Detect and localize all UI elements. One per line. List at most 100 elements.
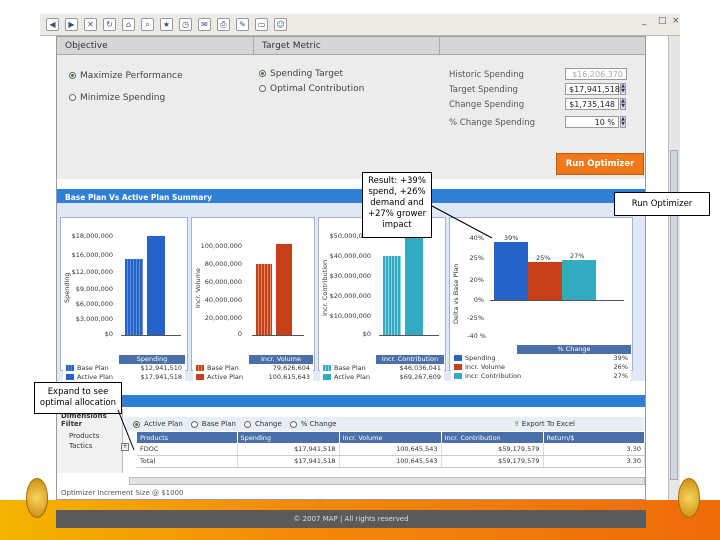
tick-label: $20,000,000: [329, 292, 371, 300]
tick-label: 40,000,000: [204, 296, 242, 304]
table-cell: 100,645,543: [339, 455, 442, 468]
forward-icon[interactable]: ▶: [65, 18, 78, 31]
left-logo: [26, 478, 48, 518]
historic-spending-field: $16,206,370: [565, 68, 627, 80]
change-spending-stepper[interactable]: ▲ ▼: [620, 98, 626, 110]
legend-swatch: [454, 373, 462, 379]
legend-header: % Change: [517, 345, 631, 354]
view-option-base-plan[interactable]: Base Plan: [190, 420, 236, 428]
change-spending-label: Change Spending: [449, 100, 525, 110]
summary-header: Base Plan Vs Active Plan Summary: [57, 189, 645, 203]
tick-label: $3,000,000: [75, 315, 113, 323]
radio-icon[interactable]: [243, 420, 251, 428]
legend-row: Base Plan 79,626,604: [193, 364, 313, 373]
target-metric-header: Target Metric: [253, 37, 439, 55]
table-cell: 3.30: [543, 443, 645, 456]
table-cell: $59,179,579: [441, 443, 544, 456]
radio-icon[interactable]: [289, 420, 297, 428]
active-plan-bar: [147, 236, 165, 335]
view-option-active-plan[interactable]: Active Plan: [133, 420, 183, 428]
tree-item-products[interactable]: Products: [57, 431, 122, 441]
tick-label: $30,000,000: [329, 272, 371, 280]
minimize-spending-option[interactable]: Minimize Spending: [69, 93, 165, 103]
target-spending-stepper[interactable]: ▲ ▼: [620, 83, 626, 95]
table-scrollbar[interactable]: [129, 477, 645, 485]
radio-icon[interactable]: [69, 94, 76, 101]
tick-label: 100,000,000: [200, 242, 242, 250]
tree-item-tactics[interactable]: Tactics: [57, 441, 122, 451]
messenger-icon[interactable]: ☺: [274, 18, 287, 31]
tick-label: 25%: [469, 254, 484, 262]
historic-spending-label: Historic Spending: [449, 70, 524, 80]
export-to-excel-link[interactable]: ⇪ Export To Excel: [514, 420, 575, 428]
volume-delta-bar: [528, 262, 562, 300]
run-optimizer-callout: Run Optimizer: [614, 192, 710, 216]
table-cell: Total: [137, 455, 238, 468]
legend-swatch: [454, 355, 462, 361]
search-icon[interactable]: ⌕: [141, 18, 154, 31]
legend-swatch: [66, 365, 74, 371]
percent-change-field[interactable]: 10 %: [565, 116, 619, 128]
view-option-percent-change[interactable]: % Change: [289, 420, 336, 428]
maximize-button[interactable]: □: [658, 16, 667, 26]
column-header[interactable]: Incr. Volume: [339, 432, 442, 443]
optimal-contribution-option[interactable]: Optimal Contribution: [259, 84, 364, 94]
browser-top-strip: [0, 0, 720, 14]
dimension-tree: Dimensions Filter Products Tactics: [57, 409, 123, 473]
tick-label: 60,000,000: [204, 278, 242, 286]
spending-target-option[interactable]: Spending Target: [259, 69, 343, 79]
radio-icon[interactable]: [259, 85, 266, 92]
column-header[interactable]: Incr. Contribution: [441, 432, 544, 443]
mail-icon[interactable]: ✉: [198, 18, 211, 31]
target-spending-field[interactable]: $17,941,518: [565, 83, 620, 95]
tick-label: 0%: [473, 296, 484, 304]
favorites-icon[interactable]: ★: [160, 18, 173, 31]
radio-icon[interactable]: [190, 420, 198, 428]
allocation-table: Products Spending Incr. Volume Incr. Con…: [137, 432, 645, 468]
contribution-legend: Incr. Contribution Base Plan $46,036,041 …: [320, 355, 444, 382]
history-icon[interactable]: ◷: [179, 18, 192, 31]
column-header[interactable]: Spending: [237, 432, 340, 443]
objective-header: Objective: [57, 37, 253, 55]
right-logo: [678, 478, 700, 518]
print-icon[interactable]: ⎙: [217, 18, 230, 31]
tick-label: $0: [104, 330, 113, 338]
radio-icon[interactable]: [69, 72, 76, 79]
radio-icon[interactable]: [259, 70, 266, 77]
expand-callout: Expand to see optimal allocation: [34, 382, 122, 414]
tick-label: 80,000,000: [204, 260, 242, 268]
legend-row: Base Plan $12,941,510: [63, 364, 185, 373]
legend-swatch: [454, 364, 462, 370]
table-cell: $17,941,518: [237, 443, 340, 456]
table-row[interactable]: FDOC $17,941,518 100,645,543 $59,179,579…: [137, 443, 645, 456]
column-header[interactable]: Return/$: [543, 432, 645, 443]
table-row[interactable]: Total $17,941,518 100,645,543 $59,179,57…: [137, 455, 645, 468]
folder-icon[interactable]: ▭: [255, 18, 268, 31]
column-header[interactable]: Products: [137, 432, 238, 443]
x-axis: [121, 335, 181, 336]
arrow-line: [431, 205, 493, 239]
delta-axis-label: Delta vs Base Plan: [452, 263, 460, 325]
volume-legend: Incr. Volume Base Plan 79,626,604 Active …: [193, 355, 313, 382]
maximize-performance-option[interactable]: Maximize Performance: [69, 71, 183, 81]
result-callout: Result: +39% spend, +26% demand and +27%…: [362, 172, 432, 238]
stop-icon[interactable]: ✕: [84, 18, 97, 31]
change-spending-field[interactable]: $1,735,148: [565, 98, 619, 110]
legend-row: Active Plan $17,941,518: [63, 373, 185, 382]
legend-row: Incr. Volume 26%: [451, 363, 631, 372]
tick-label: -40 %: [467, 332, 486, 340]
home-icon[interactable]: ⌂: [122, 18, 135, 31]
edit-icon[interactable]: ✎: [236, 18, 249, 31]
percent-change-stepper[interactable]: ▲ ▼: [620, 116, 626, 128]
back-icon[interactable]: ◀: [46, 18, 59, 31]
tick-label: $16,000,000: [71, 251, 113, 259]
view-option-change[interactable]: Change: [243, 420, 282, 428]
optimizer-settings: Objective Target Metric Maximize Perform…: [57, 37, 645, 179]
arrow-line: [117, 409, 135, 451]
minimize-button[interactable]: _: [642, 16, 647, 26]
refresh-icon[interactable]: ↻: [103, 18, 116, 31]
run-optimizer-button[interactable]: Run Optimizer: [556, 153, 644, 175]
contribution-chart-panel: Incr. Contribution $50,000,000 $40,000,0…: [318, 217, 446, 371]
close-button[interactable]: ×: [672, 16, 680, 26]
table-cell: $17,941,518: [237, 455, 340, 468]
